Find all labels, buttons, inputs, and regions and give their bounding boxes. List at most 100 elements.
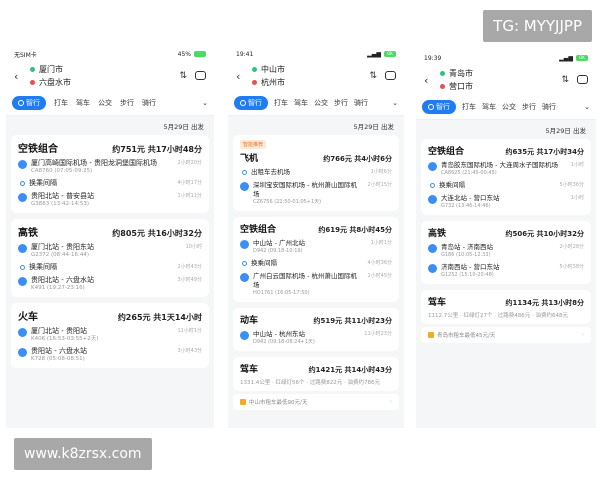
more-options-icon[interactable] — [195, 71, 206, 80]
transfer-icon — [242, 261, 247, 266]
segment-duration: 1小时 — [570, 162, 584, 168]
card-price-time: 约619元 共8小时45分 — [318, 226, 392, 234]
tab-smart[interactable]: 智行 — [234, 96, 268, 110]
tab-bike[interactable]: 骑行 — [354, 98, 368, 108]
segment-detail: HO1761 (16:05-17:50) — [253, 290, 310, 296]
status-carrier: 无SIM卡 — [14, 51, 37, 59]
segment-detail: CA8760 (07:05-09:25) — [31, 168, 93, 174]
segment-duration: 2小时15分 — [367, 182, 392, 188]
route-card[interactable]: 火车 约265元 共1天14小时 厦门北站 - 贵阳站 K406 (16:53-03… — [11, 303, 209, 368]
tab-taxi[interactable]: 打车 — [462, 102, 476, 112]
origin-input[interactable]: 中山市 — [261, 63, 285, 76]
back-icon[interactable]: ‹ — [236, 70, 246, 83]
chevron-down-icon[interactable]: ⌄ — [584, 103, 590, 111]
more-options-icon[interactable] — [577, 75, 588, 84]
tab-walk[interactable]: 步行 — [120, 98, 134, 108]
status-bar: 19:41 ▂▄▆ OK — [228, 48, 404, 60]
back-icon[interactable]: ‹ — [14, 70, 24, 83]
route-header: ‹ 青岛市 营口市 ⇅ — [416, 64, 596, 97]
origin-input[interactable]: 厦门市 — [39, 63, 63, 76]
origin-dot-icon — [440, 71, 445, 76]
tab-bike[interactable]: 骑行 — [542, 102, 556, 112]
segment-detail: G2372 (08:44-16:44) — [31, 252, 89, 258]
signal-icon: ▂▄▆ — [367, 50, 381, 58]
tab-drive[interactable]: 驾车 — [482, 102, 496, 112]
segment-duration: 1小时45分 — [367, 273, 392, 279]
card-price-time: 约751元 共17小时48分 — [112, 145, 202, 154]
clock-icon — [18, 100, 24, 106]
tab-smart[interactable]: 智行 — [12, 96, 46, 110]
segment-route: 厦门高崎国际机场 - 贵阳龙洞堡国际机场 — [31, 159, 157, 167]
route-card[interactable]: 空铁组合 约635元 共17小时34分 青岛胶东国际机场 - 大连周水子国际机场 C… — [421, 139, 591, 215]
swap-icon[interactable]: ⇅ — [369, 71, 377, 81]
segment-duration: 4小时36分 — [367, 260, 392, 266]
departure-date[interactable]: 5月29日 出发 — [6, 116, 214, 135]
tab-drive[interactable]: 驾车 — [294, 98, 308, 108]
tab-taxi[interactable]: 打车 — [54, 98, 68, 108]
watermark-top: TG: MYYJJPP — [483, 10, 592, 42]
departure-date[interactable]: 5月29日 出发 — [228, 116, 404, 135]
segment-detail: D942 (09:18-10:19) — [253, 248, 303, 254]
plane-icon — [240, 182, 249, 191]
route-card[interactable]: 空铁组合 约619元 共8小时45分 中山站 - 广州北站 D942 (09:18-… — [233, 217, 399, 302]
segment-duration: 1小时6分 — [370, 169, 392, 175]
segment-route: 换乘间隔 — [29, 179, 57, 187]
route-card[interactable]: 动车 约519元 共11小时23分 中山站 - 杭州东站 D942 (09:18-0… — [233, 308, 399, 351]
card-price-time: 约1134元 共13小时8分 — [505, 299, 584, 307]
route-card[interactable]: 驾车 约1421元 共14小时43分 1331.4公里 · 红绿灯56个 · 过路… — [233, 357, 399, 391]
tab-bike[interactable]: 骑行 — [142, 98, 156, 108]
status-time: 19:39 — [424, 54, 442, 62]
segment-duration: 2小时20分 — [177, 160, 202, 166]
segment-detail: CA8625 (21:45-00:45) — [441, 170, 497, 176]
segment-route: 大连北站 - 营口东站 — [441, 194, 500, 202]
segment-route: 青岛胶东国际机场 - 大连周水子国际机场 — [441, 161, 558, 169]
route-card[interactable]: 驾车 约1134元 共13小时8分 1112.7公里 · 红绿灯27个 · 过路费… — [421, 290, 591, 324]
swap-icon[interactable]: ⇅ — [561, 75, 569, 85]
destination-input[interactable]: 营口市 — [449, 80, 473, 93]
drive-summary: 1112.7公里 · 红绿灯27个 · 过路费486元 · 油费约648元 — [428, 313, 568, 319]
phone-screenshot-2: 19:41 ▂▄▆ OK ‹ 中山市 杭州市 ⇅ 智行 打车 驾车 公交 步行 骑… — [228, 48, 404, 428]
swap-icon[interactable]: ⇅ — [179, 71, 187, 81]
car-rental-icon — [428, 332, 434, 338]
battery-icon: OK — [576, 55, 588, 61]
route-card[interactable]: 智能推荐 飞机 约766元 共4小时6分 出租车去机场 1小时6分 深圳宝安国际机场… — [233, 135, 399, 211]
card-title: 驾车 — [240, 365, 259, 375]
train-icon — [240, 331, 249, 340]
recommend-badge: 智能推荐 — [240, 140, 267, 149]
more-options-icon[interactable] — [385, 71, 396, 80]
tab-bus[interactable]: 公交 — [502, 102, 516, 112]
tab-walk[interactable]: 步行 — [334, 98, 348, 108]
tab-bus[interactable]: 公交 — [314, 98, 328, 108]
transfer-icon — [20, 181, 25, 186]
tab-walk[interactable]: 步行 — [522, 102, 536, 112]
back-icon[interactable]: ‹ — [424, 74, 434, 87]
chevron-right-icon: › — [389, 399, 392, 405]
chevron-down-icon[interactable]: ⌄ — [202, 99, 208, 107]
segment-duration: 3小时49分 — [177, 277, 202, 283]
destination-dot-icon — [440, 84, 445, 89]
destination-input[interactable]: 六盘水市 — [39, 76, 71, 89]
tab-drive[interactable]: 驾车 — [76, 98, 90, 108]
route-card[interactable]: 高铁 约805元 共16小时32分 厦门北站 - 贵阳东站 G2372 (08:44… — [11, 219, 209, 297]
departure-date[interactable]: 5月29日 出发 — [416, 120, 596, 139]
car-rental-link[interactable]: 中山市租车最低90元/天 › — [233, 394, 399, 410]
transfer-icon — [430, 183, 435, 188]
destination-input[interactable]: 杭州市 — [261, 76, 285, 89]
segment-duration: 5小时36分 — [559, 182, 584, 188]
battery-percent: 45% — [177, 50, 191, 58]
tab-taxi[interactable]: 打车 — [274, 98, 288, 108]
chevron-down-icon[interactable]: ⌄ — [392, 99, 398, 107]
segment-detail: G3883 (13:42-14:53) — [31, 201, 89, 207]
route-card[interactable]: 空铁组合 约751元 共17小时48分 厦门高崎国际机场 - 贵阳龙洞堡国际机场 C… — [11, 135, 209, 213]
tab-smart[interactable]: 智行 — [422, 100, 456, 114]
card-title: 动车 — [240, 316, 259, 326]
route-header: ‹ 中山市 杭州市 ⇅ — [228, 60, 404, 93]
segment-route: 贵阳站 - 六盘水站 — [31, 347, 87, 355]
signal-icon: ▂▄▆ — [559, 54, 573, 62]
origin-input[interactable]: 青岛市 — [449, 67, 473, 80]
route-card[interactable]: 高铁 约506元 共10小时32分 青岛站 - 济南西站 G186 (10:05-1… — [421, 221, 591, 284]
segment-route: 换乘间隔 — [251, 259, 277, 267]
tab-bus[interactable]: 公交 — [98, 98, 112, 108]
car-rental-link[interactable]: 青岛市租车最低45元/天 › — [421, 327, 591, 343]
card-price-time: 约766元 共4小时6分 — [323, 155, 392, 163]
